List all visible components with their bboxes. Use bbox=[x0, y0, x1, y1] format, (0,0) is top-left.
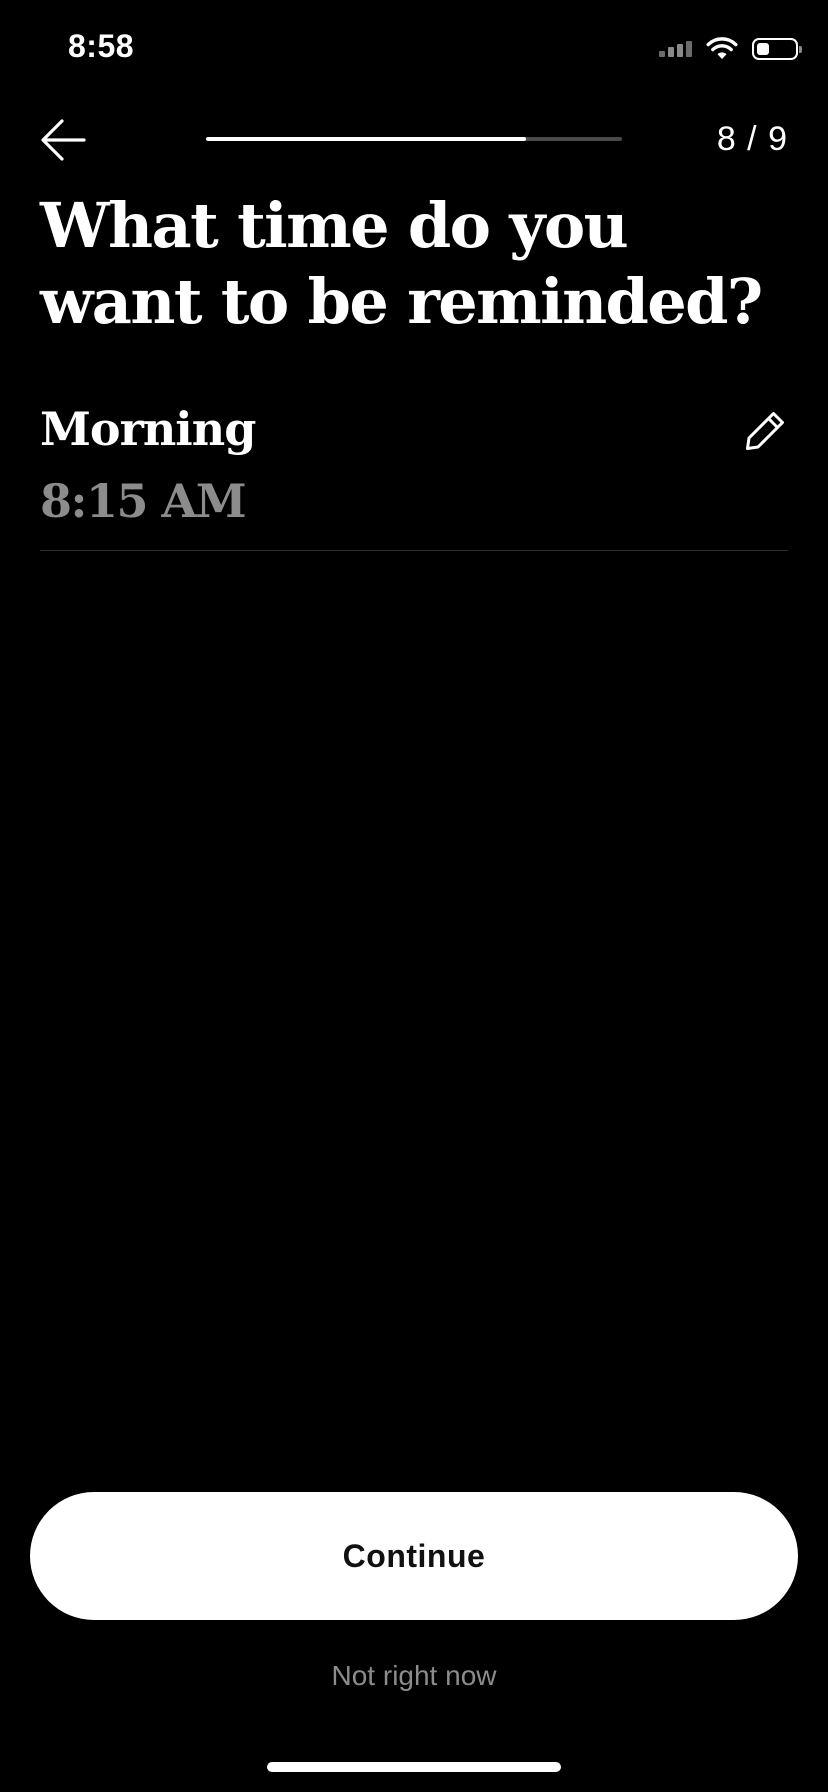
reminder-time: 8:15 AM bbox=[40, 474, 247, 528]
step-counter: 8 / 9 bbox=[716, 120, 788, 158]
arrow-left-icon bbox=[41, 119, 86, 161]
reminder-label: Morning bbox=[40, 402, 256, 456]
page-title: What time do you want to be reminded? bbox=[40, 189, 763, 338]
pencil-icon bbox=[746, 412, 784, 450]
edit-button[interactable] bbox=[744, 408, 788, 452]
battery-level bbox=[757, 43, 769, 55]
status-icons bbox=[659, 34, 802, 64]
battery-icon bbox=[752, 38, 802, 60]
progress-bar bbox=[206, 137, 622, 141]
status-time: 8:58 bbox=[68, 28, 135, 64]
cellular-signal-icon bbox=[659, 41, 692, 57]
continue-button[interactable]: Continue bbox=[30, 1492, 798, 1620]
wifi-icon bbox=[706, 37, 738, 59]
reminder-row[interactable]: Morning 8:15 AM bbox=[40, 400, 788, 551]
back-button[interactable] bbox=[38, 114, 90, 166]
home-indicator bbox=[267, 1762, 561, 1772]
not-right-now-link[interactable]: Not right now bbox=[0, 1660, 828, 1692]
progress-fill bbox=[206, 137, 527, 141]
